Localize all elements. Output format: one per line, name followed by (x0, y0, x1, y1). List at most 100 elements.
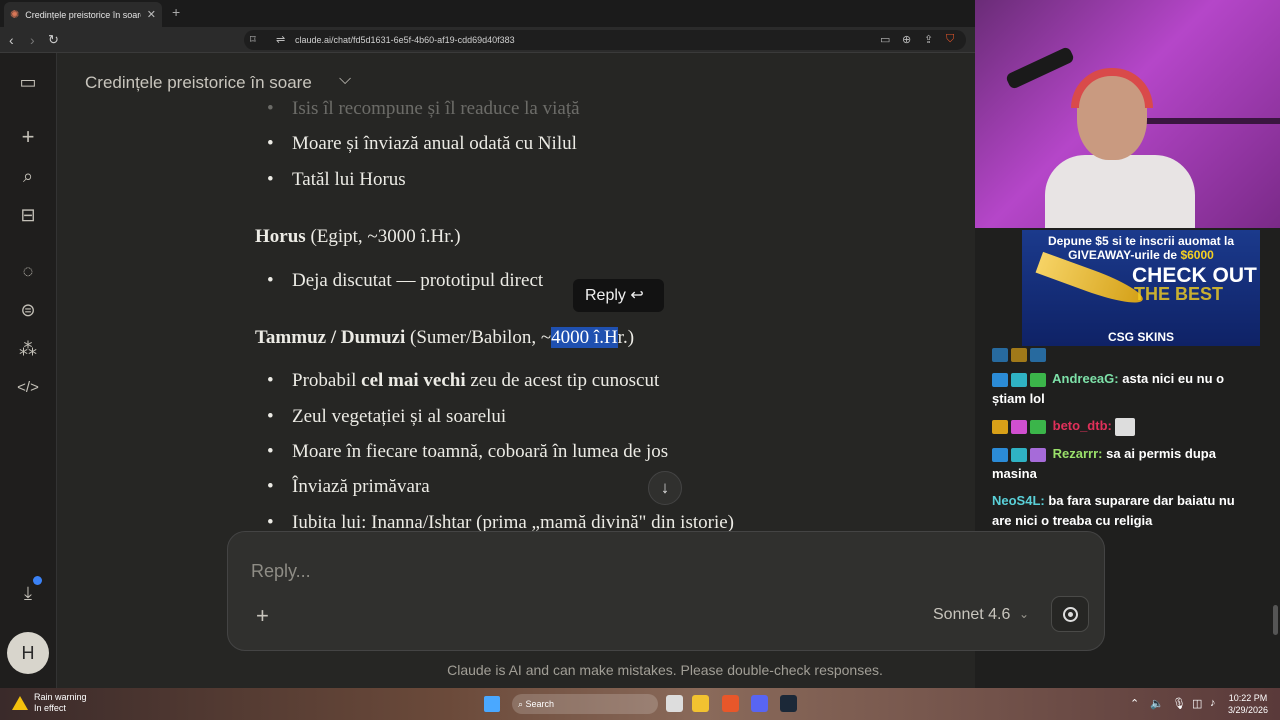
weather-widget[interactable]: Rain warning In effect (12, 692, 87, 714)
projects-icon[interactable]: ⊟ (16, 203, 40, 227)
shirt (1045, 155, 1195, 228)
deity-name: Tammuz / Dumuzi (255, 327, 406, 348)
chat-message: Rezarrr: sa ai permis dupa masina (992, 444, 1254, 484)
scroll-down-icon[interactable]: ↓ (648, 471, 682, 505)
list-item: Moare în fiecare toamnă, coboară în lume… (267, 441, 668, 463)
browser-tab[interactable]: ✺ Credințele preistorice în soare - Clau… (4, 2, 162, 27)
chat-username[interactable]: NeoS4L: (992, 493, 1045, 508)
text: zeu de acest tip cunoscut (465, 370, 660, 391)
code-icon[interactable]: </> (16, 376, 40, 400)
chat-message: AndreeaG: asta nici eu nu o știam lol (992, 369, 1254, 409)
badge-icon (1030, 347, 1046, 362)
deity-info-pre: (Sumer/Babilon, ~ (410, 327, 552, 348)
search-icon[interactable]: ⌕ (16, 164, 40, 188)
ad-amount: $6000 (1180, 248, 1214, 262)
add-attachment-icon[interactable]: + (256, 603, 269, 629)
discord-icon[interactable] (751, 695, 768, 712)
taskbar-search[interactable]: ⌕ Search (512, 694, 658, 714)
bold-text: cel mai vechi (361, 370, 466, 391)
file-explorer-icon[interactable] (692, 695, 709, 712)
reply-input[interactable]: Reply... (251, 561, 311, 582)
heading-tammuz: Tammuz / Dumuzi (Sumer/Babilon, ~4000 î.… (255, 327, 634, 349)
ad-cta-2: THE BEST (1134, 284, 1224, 304)
selected-text[interactable]: 4000 î.H (551, 327, 618, 348)
zoom-icon[interactable]: ⊕ (902, 33, 911, 46)
headphones (1071, 68, 1153, 108)
site-info-icon[interactable]: ⇌ (276, 33, 285, 46)
webcam-overlay (975, 0, 1280, 228)
deity-info-post: r.) (617, 327, 635, 348)
list-item: Probabil cel mai vechi zeu de acest tip … (267, 370, 660, 392)
sidebar-toggle-icon[interactable]: ▭ (16, 70, 40, 94)
apps-icon[interactable]: ⁂ (16, 337, 40, 361)
task-view-icon[interactable] (666, 695, 683, 712)
text: Probabil (292, 370, 362, 391)
new-tab-icon[interactable]: + (172, 4, 180, 20)
warning-icon (12, 696, 28, 710)
cast-icon[interactable]: ▭ (880, 33, 890, 46)
message-content: Isis îl recompune și îl readuce la viață… (230, 98, 930, 586)
voice-mode-button[interactable] (1051, 596, 1089, 632)
reload-icon[interactable]: ↻ (48, 31, 59, 49)
list-item: Deja discutat — prototipul direct (267, 270, 543, 292)
chevron-down-icon[interactable]: ⌵ (339, 71, 351, 89)
left-rail: ▭ + ⌕ ⊟ ◌ ⊜ ⁂ </> ⤓ H (0, 53, 57, 688)
stream-chat: AndreeaG: asta nici eu nu o știam lol be… (988, 346, 1258, 536)
chat-username[interactable]: beto_dtb: (1053, 418, 1112, 433)
chats-icon[interactable]: ◌ (16, 259, 40, 283)
brave-icon[interactable] (722, 695, 739, 712)
conversation-title[interactable]: Credințele preistorice în soare (85, 73, 312, 93)
windows-taskbar: Rain warning In effect ⌕ Search ⌃ 🔈 🎙 ◫ … (0, 688, 1280, 720)
url-text[interactable]: claude.ai/chat/fd5d1631-6e5f-4b60-af19-c… (295, 35, 515, 45)
clock-time: 10:22 PM (1228, 693, 1268, 703)
forward-icon[interactable]: › (30, 31, 35, 49)
badge-icon (1011, 447, 1027, 462)
network-icon[interactable]: ◫ (1192, 697, 1202, 710)
brave-shield-icon[interactable]: ⛉ (946, 33, 954, 46)
bookmark-icon[interactable]: ⌑ (250, 33, 256, 46)
system-clock[interactable]: 10:22 PM 3/29/2026 (1226, 692, 1270, 716)
cat-emote-icon (1115, 417, 1136, 436)
claude-favicon-icon: ✺ (10, 9, 20, 21)
list-item: Isis îl recompune și îl readuce la viață (267, 98, 580, 120)
tray-chevron-icon[interactable]: ⌃ (1130, 697, 1139, 710)
chat-message: NeoS4L: ba fara suparare dar baiatu nu a… (992, 491, 1254, 531)
back-icon[interactable]: ‹ (9, 31, 14, 49)
new-chat-icon[interactable]: + (16, 125, 40, 149)
search-label: Search (525, 699, 555, 709)
deity-info: (Egipt, ~3000 î.Hr.) (310, 226, 461, 247)
steam-icon[interactable] (780, 695, 797, 712)
chat-message (992, 346, 1254, 364)
address-bar[interactable]: ⌑ ⇌ claude.ai/chat/fd5d1631-6e5f-4b60-af… (244, 30, 966, 50)
badge-icon (1011, 372, 1027, 387)
share-icon[interactable]: ⇪ (924, 33, 933, 46)
badge-icon (992, 419, 1008, 434)
ad-brand: CSG SKINS (1107, 330, 1174, 344)
ad-text: Depune $5 si te inscrii auomat la (1047, 234, 1235, 248)
artifacts-icon[interactable]: ⊜ (16, 298, 40, 322)
weather-title: Rain warning (34, 692, 87, 702)
chat-username[interactable]: AndreeaG: (1052, 371, 1118, 386)
deity-name: Horus (255, 226, 306, 247)
browser-nav-bar: ‹ › ↻ ⌑ ⇌ claude.ai/chat/fd5d1631-6e5f-4… (0, 27, 975, 53)
sponsor-banner: Depune $5 si te inscrii auomat la GIVEAW… (1022, 230, 1260, 346)
speaker-icon[interactable]: ♪ (1210, 697, 1216, 709)
model-selector[interactable]: Sonnet 4.6 (933, 606, 1010, 624)
badge-icon (1030, 372, 1046, 387)
mic-icon[interactable]: 🎙 (1172, 697, 1186, 710)
screen: ✺ Credințele preistorice în soare - Clau… (0, 0, 1280, 720)
list-item: Moare și înviază anual odată cu Nilul (267, 133, 577, 155)
badge-icon (992, 372, 1008, 387)
volume-icon[interactable]: 🔈 (1150, 697, 1164, 710)
chevron-down-icon[interactable]: ⌄ (1019, 607, 1029, 621)
scrollbar[interactable] (1273, 605, 1278, 635)
chat-username[interactable]: Rezarrr: (1053, 446, 1103, 461)
reply-tooltip-button[interactable]: Reply ↩ (573, 279, 664, 312)
list-item: Înviază primăvara (267, 476, 430, 498)
streamer (1045, 60, 1195, 228)
close-tab-icon[interactable]: ✕ (147, 8, 156, 21)
start-icon[interactable] (484, 696, 500, 712)
badge-icon (992, 447, 1008, 462)
tab-title: Credințele preistorice în soare - Claude (25, 9, 141, 20)
clock-date: 3/29/2026 (1227, 705, 1269, 715)
